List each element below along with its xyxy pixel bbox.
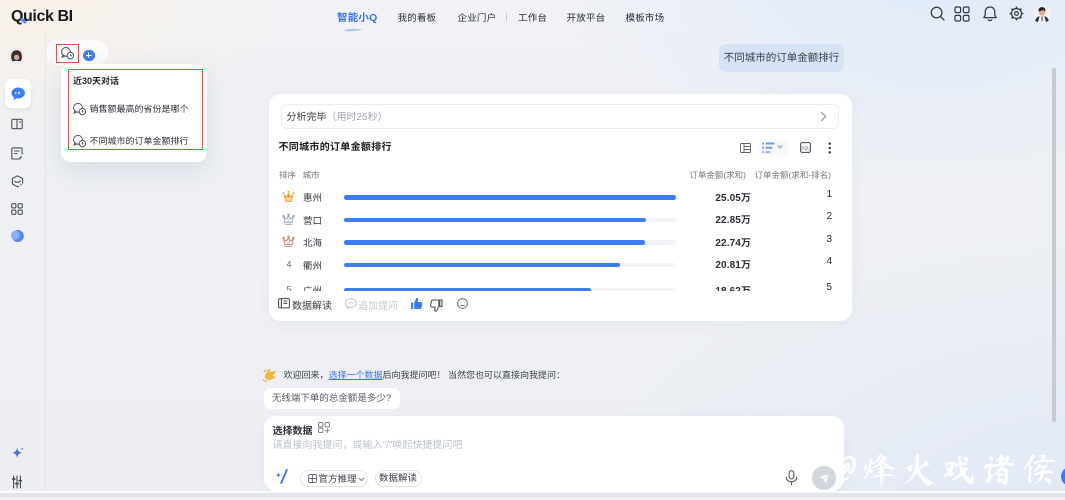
svg-text:3: 3 [286,240,289,246]
svg-text:2: 2 [286,217,289,223]
svg-text:SQL: SQL [801,145,810,150]
